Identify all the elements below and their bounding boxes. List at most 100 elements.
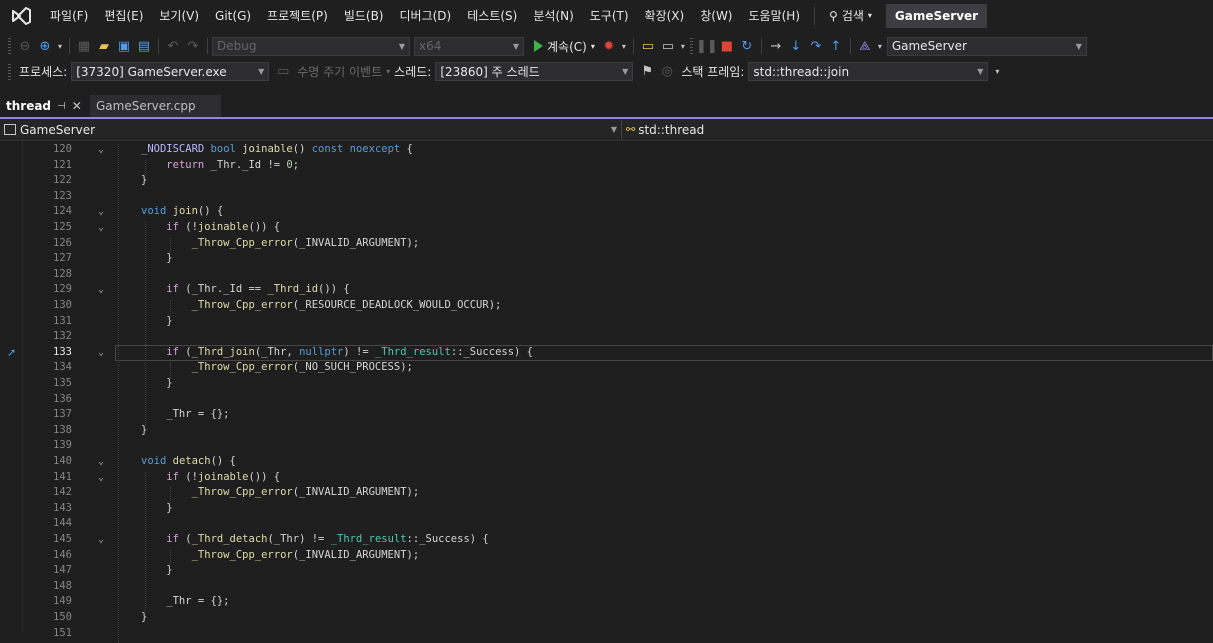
show-next-statement-icon[interactable]: → [766, 36, 786, 56]
tab-thread[interactable]: thread ⊣ ✕ [0, 95, 90, 117]
lifecycle-events-icon[interactable]: ▭ [273, 62, 293, 82]
code-line[interactable]: 123 [0, 189, 1213, 205]
hot-reload-icon[interactable]: ✹ [599, 36, 619, 56]
step-into-icon[interactable]: ↓ [786, 36, 806, 56]
fold-chevron-icon[interactable]: ⌄ [96, 204, 106, 220]
code-line[interactable]: 130 _Throw_Cpp_error(_RESOURCE_DEADLOCK_… [0, 298, 1213, 314]
show-threads-icon[interactable]: ◎ [657, 62, 677, 82]
new-project-icon[interactable]: ▦ [74, 36, 94, 56]
forward-icon[interactable]: ⊕ [35, 36, 55, 56]
chevron-down-icon[interactable]: ▾ [619, 36, 629, 56]
menu-item[interactable]: 편집(E) [96, 0, 151, 32]
toolbar-options-icon[interactable]: ▾ [992, 62, 1002, 82]
code-line[interactable]: 128 [0, 267, 1213, 283]
chevron-down-icon[interactable]: ▾ [55, 36, 65, 56]
current-statement-icon[interactable]: ➚ [7, 345, 16, 361]
code-line[interactable]: 147 } [0, 563, 1213, 579]
code-line[interactable]: 137 _Thr = {}; [0, 407, 1213, 423]
menu-item[interactable]: 보기(V) [151, 0, 207, 32]
code-line[interactable]: 135 } [0, 376, 1213, 392]
fold-chevron-icon[interactable]: ⌄ [96, 470, 106, 486]
code-line[interactable]: 142 _Throw_Cpp_error(_INVALID_ARGUMENT); [0, 485, 1213, 501]
code-line[interactable]: 151 [0, 626, 1213, 642]
stack-frame-dropdown[interactable]: std::thread::join ▼ [748, 62, 989, 81]
fold-chevron-icon[interactable]: ⌄ [96, 345, 106, 361]
code-line[interactable]: 131 } [0, 314, 1213, 330]
code-line[interactable]: 140 ⌄ void detach() { [0, 454, 1213, 470]
code-line[interactable]: 120 ⌄ _NODISCARD bool joinable() const noe… [0, 142, 1213, 158]
configuration-dropdown[interactable]: Debug ▼ [212, 36, 410, 56]
platform-dropdown[interactable]: x64 ▼ [414, 36, 524, 56]
code-line[interactable]: 146 _Throw_Cpp_error(_INVALID_ARGUMENT); [0, 548, 1213, 564]
code-line[interactable]: 144 [0, 516, 1213, 532]
pin-icon[interactable]: ⊣ [57, 101, 66, 112]
back-icon[interactable]: ⊖ [15, 36, 35, 56]
menu-item[interactable]: Git(G) [207, 0, 259, 32]
diagnostic-tools-icon[interactable]: ⟁ [855, 36, 875, 56]
tab-gameserver-cpp[interactable]: GameServer.cpp [90, 95, 221, 117]
menu-item[interactable]: 분석(N) [525, 0, 581, 32]
code-line[interactable]: 145 ⌄ if (_Thrd_detach(_Thr) != _Thrd_res… [0, 532, 1213, 548]
code-line[interactable]: 129 ⌄ if (_Thr._Id == _Thrd_id()) { [0, 282, 1213, 298]
toolbar-grip[interactable] [8, 63, 11, 80]
stop-icon[interactable]: ■ [717, 36, 737, 56]
code-line[interactable]: 136 [0, 392, 1213, 408]
step-over-icon[interactable]: ↷ [806, 36, 826, 56]
code-line[interactable]: 141 ⌄ if (!joinable()) { [0, 470, 1213, 486]
fold-chevron-icon[interactable]: ⌄ [96, 220, 106, 236]
save-icon[interactable]: ▣ [114, 36, 134, 56]
lifecycle-events-label[interactable]: 수명 주기 이벤트 [297, 63, 382, 80]
chevron-down-icon[interactable]: ▾ [875, 36, 885, 56]
restart-icon[interactable]: ↻ [737, 36, 757, 56]
redo-icon[interactable]: ↷ [183, 36, 203, 56]
visual-studio-logo-icon[interactable] [10, 5, 32, 27]
code-line[interactable]: 127 } [0, 251, 1213, 267]
code-line[interactable]: 150} [0, 610, 1213, 626]
save-all-icon[interactable]: ▤ [134, 36, 154, 56]
browser-link-icon[interactable]: ▭ [638, 36, 658, 56]
code-line[interactable]: ➚ 133 ⌄ if (_Thrd_join(_Thr, nullptr) != _… [0, 344, 1213, 361]
layout-icon[interactable]: ▭ [658, 36, 678, 56]
fold-chevron-icon[interactable]: ⌄ [96, 454, 106, 470]
code-line[interactable]: 125 ⌄ if (!joinable()) { [0, 220, 1213, 236]
pause-icon[interactable]: ❚❚ [696, 36, 718, 56]
chevron-down-icon[interactable]: ▾ [678, 36, 688, 56]
search-button[interactable]: ⚲ 검색 ▾ [821, 0, 880, 32]
thread-dropdown[interactable]: [23860] 주 스레드 ▼ [435, 62, 634, 81]
step-out-icon[interactable]: ↑ [826, 36, 846, 56]
code-line[interactable]: 124 ⌄ void join() { [0, 204, 1213, 220]
code-line[interactable]: 126 _Throw_Cpp_error(_INVALID_ARGUMENT); [0, 236, 1213, 252]
menu-item[interactable]: 파일(F) [42, 0, 96, 32]
code-line[interactable]: 138} [0, 423, 1213, 439]
code-line[interactable]: 132 [0, 329, 1213, 345]
open-folder-icon[interactable]: ▰ [94, 36, 114, 56]
fold-chevron-icon[interactable]: ⌄ [96, 142, 106, 158]
menu-item[interactable]: 빌드(B) [336, 0, 392, 32]
menu-item[interactable]: 도움말(H) [741, 0, 809, 32]
flag-icon[interactable]: ⚑ [637, 62, 657, 82]
menu-item[interactable]: 도구(T) [582, 0, 637, 32]
menu-item[interactable]: 창(W) [692, 0, 740, 32]
fold-chevron-icon[interactable]: ⌄ [96, 532, 106, 548]
continue-button[interactable]: 계속(C) ▾ [530, 38, 599, 55]
code-line[interactable]: 143 } [0, 501, 1213, 517]
startup-project-dropdown[interactable]: GameServer ▼ [886, 36, 1087, 56]
process-dropdown[interactable]: [37320] GameServer.exe ▼ [71, 62, 270, 81]
undo-icon[interactable]: ↶ [163, 36, 183, 56]
menu-item[interactable]: 테스트(S) [459, 0, 525, 32]
project-dropdown[interactable]: GameServer ▼ [0, 120, 622, 139]
code-line[interactable]: 122} [0, 173, 1213, 189]
fold-chevron-icon[interactable]: ⌄ [96, 282, 106, 298]
code-line[interactable]: 149 _Thr = {}; [0, 594, 1213, 610]
toolbar-grip[interactable] [8, 38, 11, 54]
code-line[interactable]: 139 [0, 438, 1213, 454]
menu-item[interactable]: 프로젝트(P) [259, 0, 336, 32]
code-editor[interactable]: 120 ⌄ _NODISCARD bool joinable() const noe… [0, 141, 1213, 643]
code-line[interactable]: 134 _Throw_Cpp_error(_NO_SUCH_PROCESS); [0, 360, 1213, 376]
code-line[interactable]: 121 return _Thr._Id != 0; [0, 158, 1213, 174]
scope-dropdown[interactable]: ⚯ std::thread [622, 120, 1213, 139]
close-icon[interactable]: ✕ [72, 99, 82, 113]
code-line[interactable]: 148 [0, 579, 1213, 595]
toolbar-grip[interactable] [689, 38, 693, 54]
menu-item[interactable]: 디버그(D) [392, 0, 460, 32]
